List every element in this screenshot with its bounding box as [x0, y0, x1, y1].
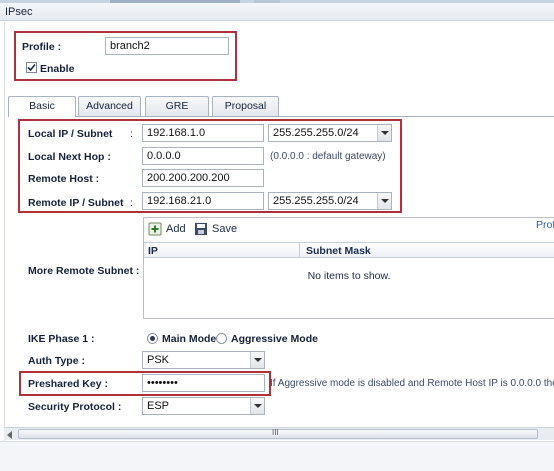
- checkmark-icon: [27, 63, 36, 72]
- tab-basic[interactable]: Basic: [8, 96, 76, 117]
- preshared-key-label: Preshared Key :: [28, 378, 108, 390]
- active-tab-gap: [9, 116, 75, 117]
- window-title: IPsec: [5, 6, 33, 18]
- profile-label: Profile :: [22, 41, 62, 53]
- tab-gre[interactable]: GRE: [145, 96, 209, 116]
- local-ip-input[interactable]: 192.168.1.0: [142, 124, 264, 142]
- grid-empty-text: No items to show.: [307, 270, 391, 282]
- grid-header: IP Subnet Mask: [144, 242, 554, 258]
- security-protocol-select[interactable]: ESP: [142, 397, 265, 415]
- horizontal-scrollbar[interactable]: III: [4, 427, 554, 440]
- remote-ip-input[interactable]: 192.168.21.0: [142, 192, 264, 210]
- profile-link[interactable]: Profi: [536, 219, 554, 231]
- add-button[interactable]: Add: [148, 221, 188, 237]
- arrow-left-icon: [7, 431, 12, 439]
- preshared-key-hint: If Aggressive mode is disabled and Remot…: [270, 378, 554, 389]
- remote-ip-label: Remote IP / Subnet: [28, 197, 124, 209]
- add-icon: [148, 222, 162, 236]
- main-mode-label: Main Mode: [162, 333, 217, 345]
- remote-subnet-value: 255.255.255.0/24: [273, 195, 359, 207]
- grid-toolbar: Add Save Profi: [144, 218, 554, 240]
- remote-host-input[interactable]: 200.200.200.200: [142, 169, 264, 187]
- save-icon: [195, 223, 207, 235]
- local-subnet-value: 255.255.255.0/24: [273, 127, 359, 139]
- next-hop-hint: (0.0.0.0 : default gateway): [270, 151, 386, 162]
- label-colon: :: [130, 197, 133, 209]
- aggressive-mode-radio[interactable]: [216, 333, 227, 344]
- security-protocol-label: Security Protocol :: [28, 401, 122, 413]
- save-button[interactable]: Save: [194, 221, 240, 237]
- local-ip-label: Local IP / Subnet: [28, 128, 113, 140]
- column-header-subnet-mask: Subnet Mask: [306, 245, 371, 257]
- column-divider: [299, 243, 300, 258]
- enable-checkbox[interactable]: [26, 62, 37, 73]
- remote-host-label: Remote Host :: [28, 173, 100, 185]
- scroll-left-icon[interactable]: [6, 430, 14, 439]
- preshared-key-input[interactable]: ••••••••: [142, 374, 265, 392]
- scrollbar-grip: III: [272, 428, 279, 437]
- enable-label: Enable: [40, 63, 75, 75]
- chevron-down-icon: [250, 398, 264, 414]
- tab-proposal[interactable]: Proposal: [212, 96, 279, 116]
- window-titlebar: IPsec: [0, 3, 554, 21]
- save-label: Save: [212, 223, 238, 235]
- local-next-hop-label: Local Next Hop :: [28, 151, 111, 163]
- local-next-hop-input[interactable]: 0.0.0.0: [142, 147, 264, 165]
- profile-input[interactable]: branch2: [105, 37, 229, 55]
- main-mode-radio[interactable]: [147, 333, 158, 344]
- aggressive-mode-label: Aggressive Mode: [231, 333, 318, 345]
- bottom-bar: [0, 441, 554, 471]
- security-protocol-value: ESP: [147, 400, 170, 412]
- more-remote-subnet-label: More Remote Subnet :: [28, 265, 140, 277]
- remote-subnet-grid: Add Save Profi IP Subnet Mask No items t…: [143, 217, 554, 319]
- tab-divider: [8, 116, 554, 117]
- label-colon: :: [130, 128, 133, 140]
- scrollbar-thumb[interactable]: III: [18, 428, 538, 439]
- ike-phase1-label: IKE Phase 1 :: [28, 333, 95, 345]
- auth-type-select[interactable]: PSK: [142, 351, 265, 369]
- add-label: Add: [166, 223, 186, 235]
- auth-type-label: Auth Type :: [28, 355, 85, 367]
- chevron-down-icon: [377, 125, 391, 141]
- auth-type-value: PSK: [147, 354, 170, 366]
- remote-subnet-select[interactable]: 255.255.255.0/24: [268, 192, 392, 210]
- tab-advanced[interactable]: Advanced: [78, 96, 141, 116]
- chevron-down-icon: [377, 193, 391, 209]
- chevron-down-icon: [250, 352, 264, 368]
- local-subnet-select[interactable]: 255.255.255.0/24: [268, 124, 392, 142]
- column-header-ip: IP: [148, 245, 158, 257]
